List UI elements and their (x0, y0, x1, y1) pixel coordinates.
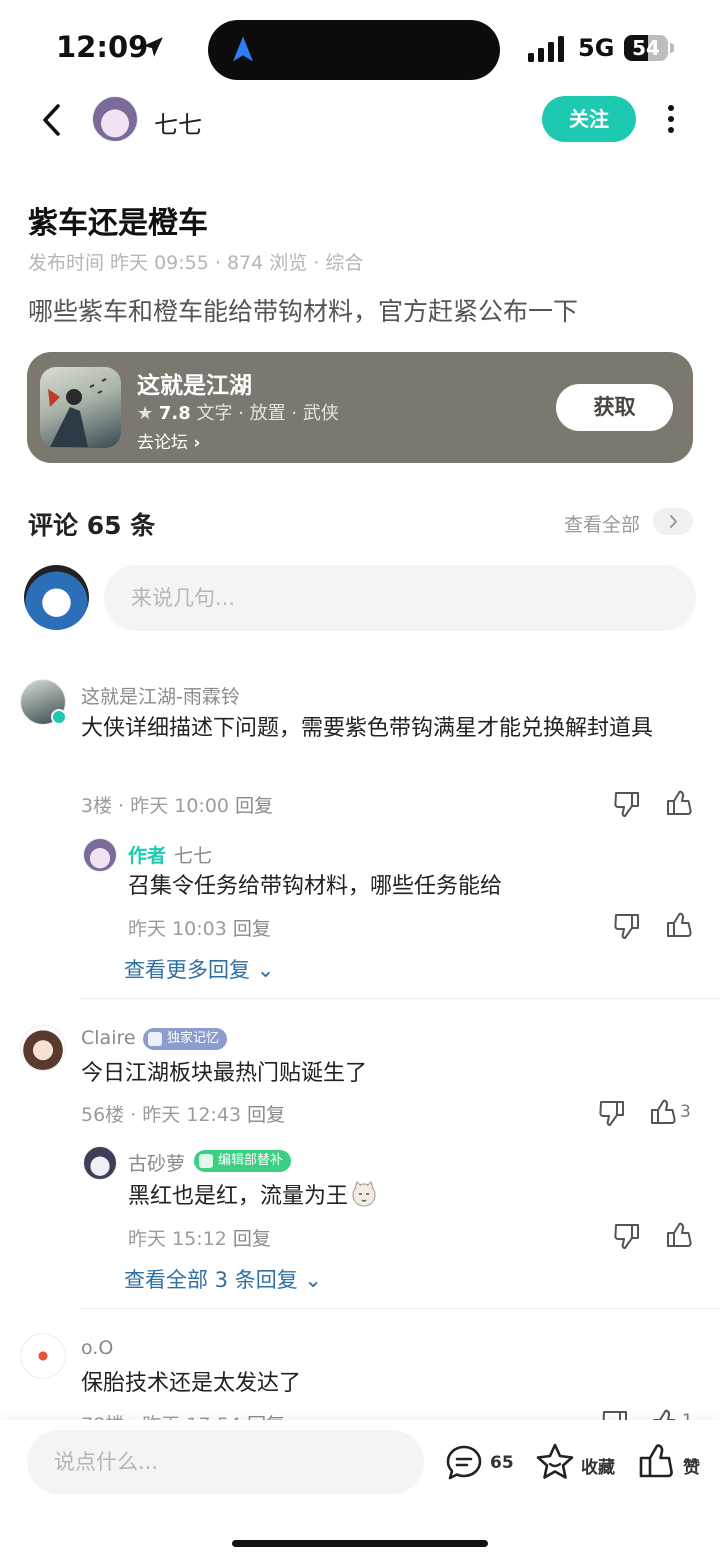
chevron-down-icon: ⌄ (256, 958, 275, 982)
comment-floor-time: 56楼 · 昨天 12:43 (81, 1104, 242, 1126)
reply-button[interactable]: 回复 (247, 1104, 285, 1126)
user-badge: 独家记忆 (143, 1028, 228, 1050)
reply-username: 七七 (174, 845, 213, 867)
reply-text: 召集令任务给带钩材料，哪些任务能给 (128, 874, 503, 899)
user-badge: 编辑部替补 (194, 1150, 292, 1172)
battery-icon: 54 (624, 35, 668, 61)
battery-tip (670, 43, 674, 53)
more-replies-label: 查看更多回复 (124, 958, 250, 982)
bottom-comment-input[interactable]: 说点什么... (27, 1430, 424, 1494)
dislike-icon[interactable] (612, 789, 642, 819)
reply-text: 黑红也是红，流量为王 (128, 1178, 378, 1216)
post-body: 哪些紫车和橙车能给带钩材料，官方赶紧公布一下 (28, 297, 579, 326)
divider (80, 1308, 720, 1309)
star-icon: ★ (137, 403, 154, 424)
cellular-signal-icon (528, 36, 564, 62)
status-bar: 12:09 5G 54 (0, 0, 720, 92)
status-time: 12:09 (56, 30, 149, 64)
more-replies-label: 查看全部 3 条回复 (124, 1268, 298, 1292)
comment-icon[interactable] (444, 1443, 484, 1483)
commenter-name[interactable]: 这就是江湖-雨霖铃 (81, 682, 240, 709)
author-name[interactable]: 七七 (154, 105, 202, 140)
commenter-name[interactable]: o.O (81, 1337, 113, 1359)
like-label[interactable]: 赞 (683, 1453, 700, 1478)
game-rating: 7.8 (158, 403, 191, 424)
comment-text: 保胎技术还是太发达了 (81, 1371, 302, 1396)
commenter-avatar[interactable] (20, 1333, 66, 1379)
badge-label: 编辑部替补 (218, 1153, 284, 1168)
reply-avatar[interactable] (83, 838, 117, 872)
reply-button[interactable]: 回复 (233, 918, 271, 940)
reply-meta: 昨天 10:03 回复 (128, 914, 271, 941)
current-user-avatar (24, 565, 89, 630)
dislike-icon[interactable] (597, 1098, 627, 1128)
star-icon[interactable] (535, 1442, 575, 1482)
more-replies-link[interactable]: 查看更多回复 ⌄ (124, 954, 274, 984)
battery-percent: 54 (632, 36, 660, 60)
go-to-forum-link[interactable]: 去论坛 › (137, 428, 200, 453)
badge-label: 独家记忆 (167, 1031, 220, 1046)
commenter-avatar[interactable] (20, 1025, 66, 1071)
author-tag: 作者 (128, 845, 167, 867)
thumbs-up-icon (199, 1154, 213, 1168)
forum-link-label: 去论坛 (137, 433, 188, 453)
gamepad-icon (148, 1032, 162, 1046)
author-avatar[interactable] (92, 96, 138, 142)
dislike-icon[interactable] (612, 1221, 642, 1251)
reply-meta: 昨天 15:12 回复 (128, 1224, 271, 1251)
comment-count: 65 (490, 1453, 514, 1473)
get-game-button[interactable]: 获取 (556, 384, 673, 431)
verified-icon (51, 709, 67, 725)
game-card[interactable]: 这就是江湖 ★ 7.8 文字 · 放置 · 武侠 去论坛 › 获取 (27, 352, 693, 463)
like-icon[interactable] (664, 788, 694, 818)
navigation-arrow-icon (233, 36, 253, 62)
cat-emoji-icon (352, 1180, 376, 1207)
comment-text: 今日江湖板块最热门贴诞生了 (81, 1061, 368, 1086)
home-indicator (232, 1540, 488, 1547)
follow-button[interactable]: 关注 (542, 96, 636, 142)
game-tags: ★ 7.8 文字 · 放置 · 武侠 (137, 399, 339, 425)
reply-text-content: 黑红也是红，流量为王 (128, 1184, 349, 1209)
back-icon[interactable] (36, 100, 68, 140)
like-icon[interactable] (648, 1097, 678, 1127)
game-tag-list: 文字 · 放置 · 武侠 (196, 403, 339, 424)
more-replies-link[interactable]: 查看全部 3 条回复 ⌄ (124, 1264, 322, 1294)
comment-meta: 56楼 · 昨天 12:43 回复 (81, 1100, 285, 1127)
comment-text: 大侠详细描述下问题，需要紫色带钩满星才能兑换解封道具 (81, 716, 654, 741)
chevron-down-icon: ⌄ (304, 1268, 323, 1292)
reply-name[interactable]: 古砂萝 (128, 1149, 185, 1176)
reply-button[interactable]: 回复 (235, 795, 273, 817)
like-icon[interactable] (637, 1441, 677, 1481)
game-name: 这就是江湖 (137, 373, 252, 399)
comments-title: 评论 65 条 (28, 511, 156, 540)
reply-name[interactable]: 作者 七七 (128, 841, 212, 868)
comment-floor-time: 3楼 · 昨天 10:00 (81, 795, 230, 817)
reply-time: 昨天 10:03 (128, 918, 227, 940)
reply-avatar[interactable] (83, 1146, 117, 1180)
post-title: 紫车还是橙车 (28, 206, 208, 241)
view-all-link[interactable]: 查看全部 (564, 510, 640, 537)
dislike-icon[interactable] (612, 911, 642, 941)
like-icon[interactable] (664, 910, 694, 940)
location-arrow-icon (143, 37, 163, 57)
dynamic-island (208, 20, 500, 80)
post-meta: 发布时间 昨天 09:55 · 874 浏览 · 综合 (28, 252, 364, 274)
favorite-label[interactable]: 收藏 (581, 1453, 615, 1478)
commenter-name[interactable]: Claire (81, 1027, 136, 1049)
game-icon (40, 367, 121, 448)
divider (80, 998, 720, 999)
like-icon[interactable] (664, 1220, 694, 1250)
chevron-right-icon[interactable] (653, 508, 693, 535)
bottom-action-bar: 说点什么... 65 收藏 赞 (0, 1420, 720, 1561)
comment-input[interactable]: 来说几句... (104, 565, 696, 631)
comment-meta: 3楼 · 昨天 10:00 回复 (81, 791, 273, 818)
more-options-icon[interactable] (660, 102, 682, 136)
reply-time: 昨天 15:12 (128, 1228, 227, 1250)
chevron-right-icon: › (193, 433, 201, 453)
like-count: 3 (680, 1102, 691, 1122)
network-type: 5G (578, 34, 615, 62)
reply-button[interactable]: 回复 (233, 1228, 271, 1250)
